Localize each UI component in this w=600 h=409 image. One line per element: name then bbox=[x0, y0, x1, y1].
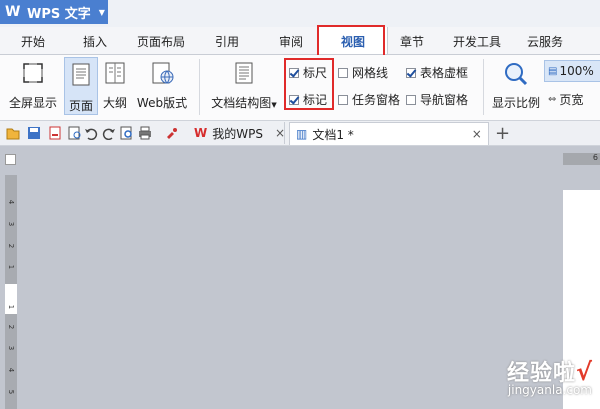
doc-structure-icon bbox=[235, 62, 253, 84]
fullscreen-button[interactable]: 全屏显示 bbox=[7, 61, 59, 111]
tab-developer[interactable]: 开发工具 bbox=[453, 33, 501, 50]
wps-logo-icon: W bbox=[194, 126, 208, 140]
ruler-number: 3 bbox=[7, 221, 15, 227]
checkbox-icon bbox=[338, 67, 348, 78]
tab-references[interactable]: 引用 bbox=[215, 33, 239, 50]
zoom-100-button[interactable]: ▤ 100% bbox=[544, 60, 600, 82]
tab-chapter[interactable]: 章节 bbox=[400, 33, 424, 50]
checkbox-icon bbox=[406, 94, 416, 105]
tab-review[interactable]: 审阅 bbox=[279, 33, 303, 50]
save-icon[interactable] bbox=[27, 126, 41, 140]
ruler-number: 4 bbox=[7, 367, 15, 373]
table-grid-label: 表格虚框 bbox=[420, 66, 469, 80]
fullscreen-icon bbox=[23, 63, 43, 83]
navpane-label: 导航窗格 bbox=[420, 93, 469, 107]
ruler-number: 2 bbox=[7, 243, 15, 249]
tab-my-wps[interactable]: W 我的WPS × bbox=[188, 122, 285, 144]
tab-home[interactable]: 开始 bbox=[21, 33, 45, 50]
gridlines-checkbox[interactable]: 网格线 bbox=[338, 64, 388, 81]
close-icon[interactable]: × bbox=[275, 126, 285, 140]
page-zoom-icon: ▤ bbox=[548, 65, 558, 77]
ribbon-separator bbox=[483, 59, 484, 115]
ruler-number: 5 bbox=[7, 389, 15, 395]
ruler-number: 6 bbox=[592, 153, 598, 162]
magnifier-icon bbox=[505, 63, 528, 86]
tab-cloud[interactable]: 云服务 bbox=[527, 33, 563, 50]
format-brush-icon[interactable] bbox=[164, 126, 178, 140]
highlight-box-view-tab bbox=[317, 25, 385, 57]
ruler-number: 2 bbox=[7, 324, 15, 330]
page-width-label: 页宽 bbox=[559, 93, 584, 107]
zoom-value: 100% bbox=[559, 64, 594, 78]
outline-view-label: 大纲 bbox=[102, 96, 127, 110]
open-folder-icon[interactable] bbox=[6, 126, 20, 140]
export-pdf-icon[interactable] bbox=[48, 126, 62, 140]
tab-my-wps-label: 我的WPS bbox=[212, 126, 263, 141]
print-icon[interactable] bbox=[138, 126, 152, 140]
ruler-number: 3 bbox=[7, 345, 15, 351]
undo-icon[interactable] bbox=[84, 126, 98, 140]
quick-access-toolbar: W 我的WPS × ▥ 文档1 * × + bbox=[0, 121, 600, 146]
watermark-check: √ bbox=[575, 358, 592, 386]
web-view-button[interactable]: Web版式 bbox=[134, 61, 190, 111]
checkbox-icon bbox=[338, 94, 348, 105]
gridlines-label: 网格线 bbox=[352, 66, 389, 80]
watermark: 经验啦√ jingyanla.com bbox=[507, 355, 592, 397]
web-view-icon bbox=[152, 62, 174, 84]
watermark-url: jingyanla.com bbox=[507, 383, 592, 397]
print-preview-icon[interactable] bbox=[68, 126, 82, 140]
horizontal-ruler[interactable]: 6 bbox=[563, 153, 600, 165]
ruler-number: 1 bbox=[7, 304, 15, 310]
outline-view-button[interactable]: 大纲 bbox=[99, 61, 131, 111]
wps-logo-icon: W bbox=[5, 4, 21, 20]
tab-page-layout[interactable]: 页面布局 bbox=[137, 33, 185, 50]
doc-structure-button[interactable]: 文档结构图▼ bbox=[207, 61, 281, 111]
ruler-number: 4 bbox=[7, 199, 15, 205]
tab-document1-label: 文档1 * bbox=[312, 127, 354, 142]
page-view-label: 页面 bbox=[68, 99, 93, 113]
page-view-button[interactable]: 页面 bbox=[64, 57, 98, 115]
close-icon[interactable]: × bbox=[472, 127, 482, 141]
redo-icon[interactable] bbox=[102, 126, 116, 140]
chevron-down-icon: ▼ bbox=[98, 7, 105, 17]
checkbox-checked-icon bbox=[406, 67, 416, 78]
new-tab-icon[interactable]: + bbox=[495, 122, 510, 144]
tab-document1[interactable]: ▥ 文档1 * × bbox=[289, 122, 489, 145]
document-icon: ▥ bbox=[296, 127, 308, 141]
taskpane-label: 任务窗格 bbox=[352, 93, 401, 107]
taskpane-checkbox[interactable]: 任务窗格 bbox=[338, 91, 400, 108]
find-icon[interactable] bbox=[120, 126, 134, 140]
ribbon-separator bbox=[199, 59, 200, 115]
fullscreen-label: 全屏显示 bbox=[8, 96, 57, 110]
app-menu-button[interactable]: W WPS 文字 ▼ bbox=[0, 0, 108, 24]
zoom-label: 显示比例 bbox=[491, 96, 540, 110]
tab-insert[interactable]: 插入 bbox=[83, 33, 107, 50]
doc-structure-label: 文档结构图 bbox=[211, 96, 272, 110]
highlight-box-ruler-marks bbox=[284, 58, 334, 110]
menu-bar: 开始 插入 页面布局 引用 审阅 章节 开发工具 云服务 bbox=[0, 27, 600, 55]
chevron-down-icon: ▼ bbox=[271, 101, 277, 109]
outline-view-icon bbox=[105, 62, 125, 84]
zoom-button[interactable]: 显示比例 bbox=[490, 61, 542, 111]
navpane-checkbox[interactable]: 导航窗格 bbox=[406, 91, 468, 108]
page-width-icon: ⇔ bbox=[548, 94, 557, 105]
page-view-icon bbox=[72, 63, 90, 86]
table-grid-checkbox[interactable]: 表格虚框 bbox=[406, 64, 468, 81]
app-title: WPS 文字 bbox=[27, 6, 91, 22]
page-width-button[interactable]: ⇔ 页宽 bbox=[548, 91, 598, 108]
web-view-label: Web版式 bbox=[136, 96, 188, 110]
ruler-corner[interactable] bbox=[5, 154, 16, 165]
ruler-number: 1 bbox=[7, 264, 15, 270]
